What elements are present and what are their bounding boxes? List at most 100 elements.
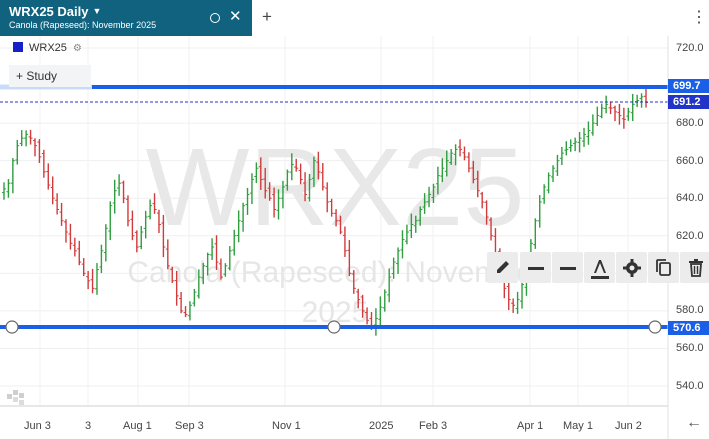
ohlc-bar [125, 195, 130, 227]
line-width-icon [560, 267, 576, 270]
last-price-tag: 691.2 [668, 95, 709, 109]
ohlc-bar [63, 219, 68, 243]
drawing-toolbar [487, 252, 709, 283]
price-axis-label: 680.0 [676, 117, 704, 129]
ohlc-bar [546, 172, 551, 194]
ohlc-bar [573, 137, 578, 152]
ohlc-bar [28, 129, 33, 145]
text-color-icon [591, 260, 609, 279]
ohlc-bar [630, 93, 635, 122]
time-axis-label: Sep 3 [175, 420, 204, 432]
text-color-button[interactable] [584, 252, 615, 283]
price-axis-label: 580.0 [676, 304, 704, 316]
add-study-button[interactable]: + Study [9, 65, 91, 87]
time-axis-label: Jun 2 [615, 420, 642, 432]
ohlc-bar [644, 88, 648, 108]
scroll-back-arrow-icon[interactable]: ← [686, 414, 702, 432]
ohlc-bar [2, 182, 6, 200]
ohlc-bar [378, 296, 383, 329]
time-axis-label: Nov 1 [272, 420, 301, 432]
ohlc-bar [72, 237, 77, 257]
ohlc-bar [542, 184, 547, 204]
ohlc-bar [590, 114, 595, 136]
time-axis-label: Apr 1 [517, 420, 544, 432]
gear-icon [623, 259, 641, 277]
ohlc-bar [382, 289, 387, 312]
ohlc-bar [59, 202, 64, 226]
gear-icon[interactable]: ⚙ [73, 43, 82, 54]
delete-button[interactable] [680, 252, 709, 283]
line-drag-handle [5, 320, 19, 334]
ohlc-bar [103, 224, 108, 262]
price-axis-label: 640.0 [676, 192, 704, 204]
chart-watermark: WRX25 Canola (Rapeseed): November 2025 [127, 126, 542, 329]
ohlc-bar [55, 193, 60, 215]
ohlc-bar [108, 201, 113, 241]
ohlc-bar [77, 240, 82, 266]
ohlc-bar [555, 154, 560, 176]
ohlc-bar [604, 95, 609, 114]
add-study-label: Study [26, 69, 58, 83]
price-chart[interactable]: WRX25 Canola (Rapeseed): November 2025 [0, 0, 709, 439]
ohlc-bar [139, 226, 144, 250]
ohlc-bar [582, 127, 587, 147]
ohlc-bar [599, 103, 604, 119]
ohlc-bar [568, 139, 573, 152]
ohlc-bar [46, 163, 51, 190]
upper-line-price-tag[interactable]: 699.7 [668, 79, 709, 93]
ohlc-bar [551, 165, 556, 182]
time-axis-label: May 1 [563, 420, 593, 432]
line-width-button[interactable] [552, 252, 583, 283]
watermark-name-line1: Canola (Rapeseed): November [127, 256, 542, 289]
line-style-icon [528, 267, 544, 270]
ohlc-bar [37, 139, 42, 163]
pencil-icon [497, 261, 509, 273]
line-style-button[interactable] [520, 252, 551, 283]
time-axis-label: Jun 3 [24, 420, 51, 432]
ohlc-bar [537, 195, 542, 228]
ohlc-bar [68, 223, 73, 250]
ohlc-bar [613, 105, 618, 122]
ohlc-bar [179, 292, 184, 314]
series-color-swatch [13, 42, 23, 52]
ohlc-bar [617, 103, 622, 125]
price-axis-label: 560.0 [676, 342, 704, 354]
ohlc-bar [639, 93, 644, 108]
ohlc-bar [10, 158, 15, 194]
ohlc-bar [192, 288, 197, 307]
time-axis-label: 2025 [369, 420, 394, 432]
time-axis-label: 3 [85, 420, 92, 432]
ohlc-bar [635, 94, 640, 108]
lower-line-price-tag[interactable]: 570.6 [668, 321, 709, 335]
ohlc-bar [41, 149, 46, 178]
ohlc-bar [112, 179, 117, 214]
watermark-symbol: WRX25 [146, 126, 525, 249]
ohlc-bar [564, 141, 569, 156]
ohlc-bar [50, 176, 55, 205]
ohlc-bar [24, 130, 29, 147]
ohlc-bar [117, 174, 122, 196]
ohlc-bar [90, 268, 95, 294]
plus-icon: + [16, 69, 27, 83]
ohlc-bar [6, 179, 11, 198]
ohlc-bar [626, 107, 631, 121]
legend[interactable]: WRX25 ⚙ [13, 42, 82, 54]
ohlc-bar [559, 146, 564, 166]
copy-icon [656, 259, 671, 276]
ohlc-bar [586, 121, 591, 145]
ohlc-bar [32, 138, 37, 157]
copy-button[interactable] [648, 252, 679, 283]
time-axis-label: Aug 1 [123, 420, 152, 432]
pencil-button[interactable] [487, 252, 518, 283]
ohlc-bar [19, 130, 24, 147]
time-axis-label: Feb 3 [419, 420, 448, 432]
ohlc-bar [99, 244, 104, 274]
price-axis-label: 720.0 [676, 42, 704, 54]
settings-button[interactable] [616, 252, 647, 283]
ohlc-bar [621, 107, 626, 129]
line-drag-handle [648, 320, 662, 334]
ohlc-bar [373, 308, 378, 336]
chart-logo-icon [7, 390, 24, 405]
line-drag-handle [327, 320, 341, 334]
ohlc-bar [121, 180, 126, 204]
